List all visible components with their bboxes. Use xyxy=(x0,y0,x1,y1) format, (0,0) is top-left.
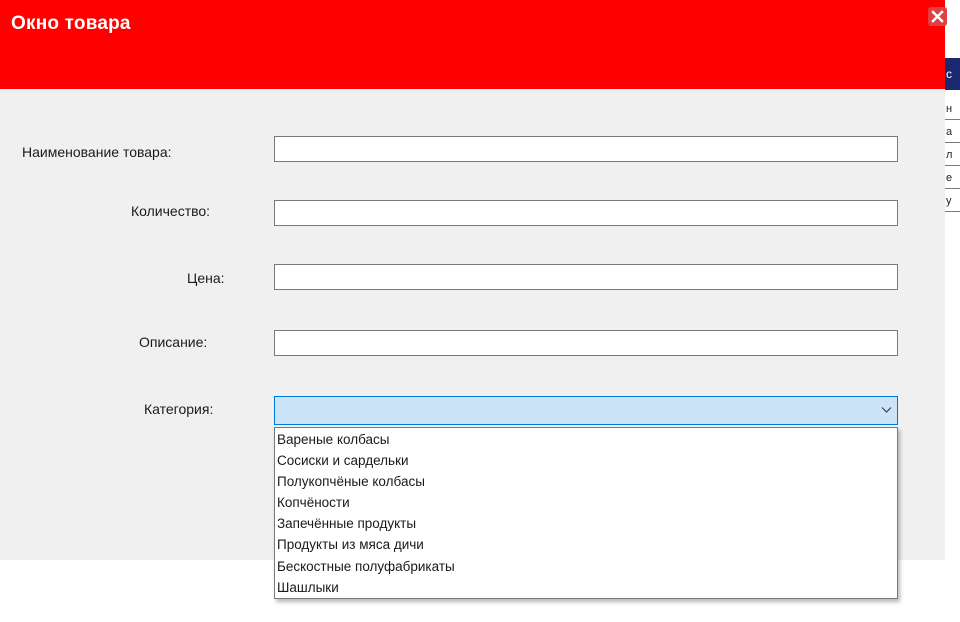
price-label: Цена: xyxy=(187,270,225,286)
background-row[interactable]: а xyxy=(945,121,960,143)
close-icon xyxy=(931,10,944,23)
category-option[interactable]: Бескостные полуфабрикаты xyxy=(275,556,897,577)
category-label: Категория: xyxy=(144,401,214,417)
background-window: с н а л е у xyxy=(945,0,960,622)
background-window-header: с xyxy=(945,58,960,90)
close-button[interactable] xyxy=(928,7,947,26)
background-row[interactable]: н xyxy=(945,98,960,120)
quantity-label: Количество: xyxy=(131,203,211,219)
quantity-input[interactable] xyxy=(274,200,898,226)
background-row[interactable]: л xyxy=(945,144,960,166)
name-input[interactable] xyxy=(274,136,898,162)
category-option[interactable]: Копчёности xyxy=(275,492,897,513)
title-bar: Окно товара xyxy=(0,0,945,89)
background-row[interactable]: у xyxy=(945,190,960,212)
category-dropdown-list: Вареные колбасы Сосиски и сардельки Полу… xyxy=(274,427,898,599)
category-option[interactable]: Шашлыки xyxy=(275,577,897,598)
price-input[interactable] xyxy=(274,264,898,290)
background-row[interactable]: е xyxy=(945,167,960,189)
name-label: Наименование товара: xyxy=(22,144,172,160)
description-input[interactable] xyxy=(274,330,898,356)
chevron-down-icon xyxy=(881,407,892,413)
category-select[interactable] xyxy=(274,396,898,425)
category-option[interactable]: Продукты из мяса дичи xyxy=(275,534,897,555)
category-option[interactable]: Вареные колбасы xyxy=(275,429,897,450)
category-option[interactable]: Сосиски и сардельки xyxy=(275,450,897,471)
description-label: Описание: xyxy=(139,334,208,350)
category-option[interactable]: Запечённые продукты xyxy=(275,513,897,534)
category-option[interactable]: Полукопчёные колбасы xyxy=(275,471,897,492)
window-title: Окно товара xyxy=(11,13,131,34)
background-header-text: с xyxy=(946,67,952,81)
